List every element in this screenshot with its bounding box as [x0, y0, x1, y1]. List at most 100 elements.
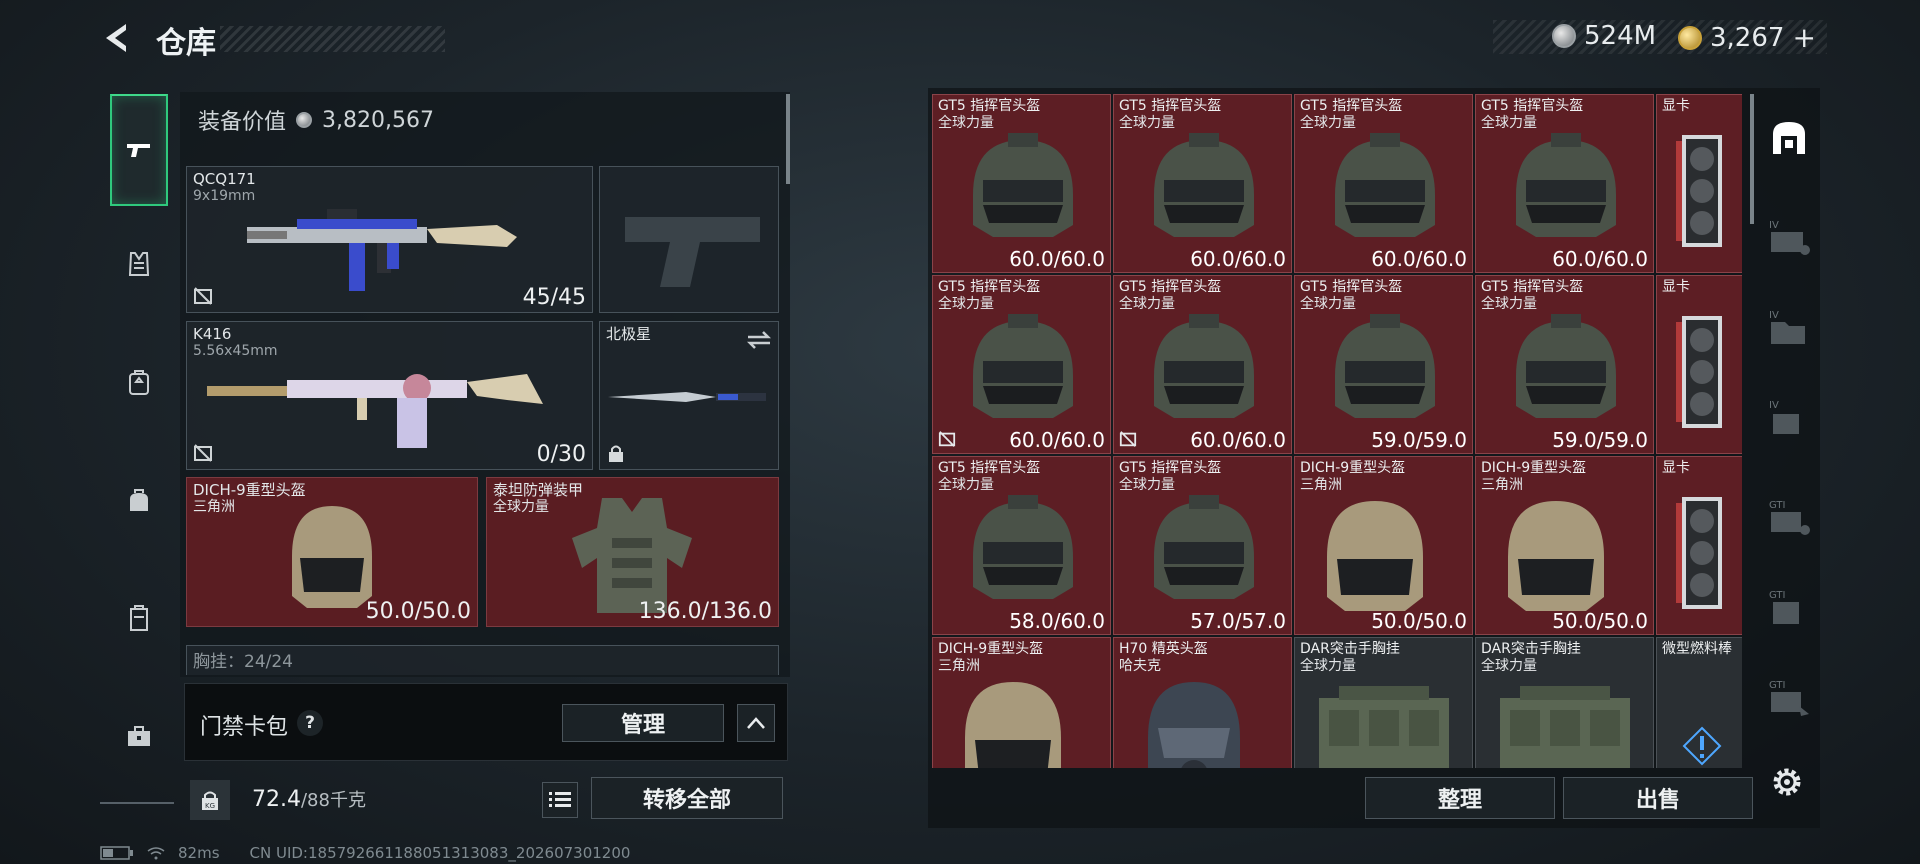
- storage-item-name: GT5 指挥官头盔: [1481, 279, 1584, 295]
- storage-item-name: GT5 指挥官头盔: [1119, 279, 1222, 295]
- bag-icon: [130, 489, 148, 511]
- storage-item[interactable]: 微型燃料棒: [1656, 637, 1742, 768]
- help-icon[interactable]: ?: [297, 710, 323, 736]
- storage-item[interactable]: GT5 指挥官头盔 全球力量 60.0/60.0: [932, 275, 1111, 454]
- nav-toolbox[interactable]: [110, 698, 168, 774]
- melee-name: 北极星: [606, 325, 652, 343]
- secondary-weapon-slot[interactable]: K416 5.56x45mm 0/30: [186, 321, 593, 470]
- storage-item-origin: 全球力量: [1119, 115, 1175, 131]
- storage-tab-4-icon: IV: [1769, 220, 1810, 255]
- manage-button[interactable]: 管理: [562, 704, 724, 742]
- wifi-icon: [147, 847, 165, 860]
- storage-item-origin: 全球力量: [1481, 115, 1537, 131]
- storage-item-origin: 全球力量: [938, 477, 994, 493]
- swap-icon[interactable]: [746, 330, 772, 350]
- storage-item-name: GT5 指挥官头盔: [938, 98, 1041, 114]
- status-bar: 82ms CN UID:185792661188051313083_202607…: [100, 844, 630, 862]
- storage-item[interactable]: DICH-9重型头盔 三角洲: [932, 637, 1111, 768]
- storage-item[interactable]: 显卡: [1656, 94, 1742, 273]
- storage-tabs: IV IV IV GTI GTI GTI: [1760, 94, 1818, 754]
- fuel-rod-icon: [1672, 674, 1732, 768]
- storage-item-durability: 57.0/57.0: [1190, 609, 1286, 633]
- storage-item[interactable]: DICH-9重型头盔 三角洲 50.0/50.0: [1475, 456, 1654, 635]
- nav-weapon[interactable]: [110, 94, 168, 206]
- storage-item-origin: 全球力量: [1300, 658, 1356, 674]
- storage-item-name: 微型燃料棒: [1662, 641, 1732, 657]
- helmet-image-icon: [1315, 125, 1455, 245]
- gold-amount: 3,267: [1710, 22, 1785, 53]
- primary-weapon-slot[interactable]: QCQ171 9x19mm 45/45: [186, 166, 593, 313]
- gear-icon: [1773, 768, 1801, 796]
- sort-button[interactable]: 整理: [1365, 777, 1555, 819]
- gpu-image-icon: [1672, 493, 1732, 613]
- tab-storage-gtc[interactable]: GTI: [1765, 674, 1813, 722]
- tab-storage-4c[interactable]: IV: [1765, 394, 1813, 442]
- tab-storage-main[interactable]: [1765, 114, 1813, 162]
- no-insure-icon: [194, 444, 212, 462]
- tab-storage-4[interactable]: IV: [1765, 214, 1813, 262]
- storage-item[interactable]: GT5 指挥官头盔 全球力量 58.0/60.0: [932, 456, 1111, 635]
- storage-item-durability: 59.0/59.0: [1552, 428, 1648, 452]
- gold-add-icon[interactable]: +: [1792, 21, 1815, 54]
- helmet-slot[interactable]: DICH-9重型头盔 三角洲 50.0/50.0: [186, 477, 478, 627]
- storage-item-origin: 全球力量: [938, 115, 994, 131]
- storage-item[interactable]: DAR突击手胸挂 全球力量: [1294, 637, 1473, 768]
- storage-item-name: 显卡: [1662, 98, 1690, 114]
- storage-item[interactable]: 显卡: [1656, 275, 1742, 454]
- tab-storage-4b[interactable]: IV: [1765, 304, 1813, 352]
- silver-currency: 524M: [1552, 21, 1656, 51]
- storage-scrollbar[interactable]: [1750, 94, 1754, 224]
- storage-item[interactable]: GT5 指挥官头盔 全球力量 60.0/60.0: [932, 94, 1111, 273]
- primary-weapon-ammo: 45/45: [522, 285, 586, 310]
- storage-item-origin: 全球力量: [1300, 115, 1356, 131]
- pistol-slot[interactable]: [599, 166, 779, 313]
- storage-item[interactable]: GT5 指挥官头盔 全球力量 57.0/57.0: [1113, 456, 1292, 635]
- capacity-lock[interactable]: KG: [190, 780, 230, 820]
- nav-vest[interactable]: [110, 226, 168, 302]
- storage-item-name: 显卡: [1662, 279, 1690, 295]
- primary-weapon-name: QCQ171: [193, 170, 256, 188]
- page-title: 仓库: [156, 26, 216, 61]
- chest-rig-slot[interactable]: 胸挂：24/24: [186, 645, 779, 675]
- armor-slot[interactable]: 泰坦防弹装甲 全球力量 136.0/136.0: [486, 477, 779, 627]
- storage-item-name: GT5 指挥官头盔: [1119, 460, 1222, 476]
- chest-rig-label: 胸挂：24/24: [193, 652, 293, 672]
- sell-button[interactable]: 出售: [1563, 777, 1753, 819]
- tab-storage-gt[interactable]: GTI: [1765, 494, 1813, 542]
- storage-item[interactable]: GT5 指挥官头盔 全球力量 59.0/59.0: [1475, 275, 1654, 454]
- capacity-text: 72.4/88千克: [252, 786, 366, 812]
- storage-grid: GT5 指挥官头盔 全球力量 60.0/60.0 GT5 指挥官头盔 全球力量 60.0/…: [932, 94, 1742, 768]
- storage-item-name: GT5 指挥官头盔: [938, 460, 1041, 476]
- storage-item-durability: 60.0/60.0: [1371, 247, 1467, 271]
- storage-item-durability: 60.0/60.0: [1190, 247, 1286, 271]
- melee-slot[interactable]: 北极星: [599, 321, 779, 470]
- smg-image-icon: [247, 209, 517, 291]
- storage-item[interactable]: H70 精英头盔 哈夫克: [1113, 637, 1292, 768]
- nav-case[interactable]: [110, 580, 168, 656]
- settings-button[interactable]: [1769, 764, 1805, 800]
- weight-icon: KG: [202, 791, 218, 810]
- list-view-button[interactable]: [542, 782, 578, 818]
- storage-item-origin: 全球力量: [1300, 296, 1356, 312]
- vest-icon: [128, 252, 150, 276]
- storage-item[interactable]: GT5 指挥官头盔 全球力量 60.0/60.0: [1113, 275, 1292, 454]
- nav-bag[interactable]: [110, 462, 168, 538]
- transfer-all-button[interactable]: 转移全部: [591, 777, 783, 819]
- storage-item[interactable]: GT5 指挥官头盔 全球力量 60.0/60.0: [1113, 94, 1292, 273]
- storage-item[interactable]: DAR突击手胸挂 全球力量: [1475, 637, 1654, 768]
- svg-text:GTI: GTI: [1769, 500, 1785, 511]
- gold-currency[interactable]: 3,267 +: [1678, 21, 1816, 54]
- equipment-scrollbar[interactable]: [786, 94, 790, 184]
- armor-origin: 全球力量: [493, 499, 549, 515]
- nav-backpack[interactable]: [110, 344, 168, 420]
- helmet-image-icon: [1134, 668, 1254, 768]
- storage-item[interactable]: GT5 指挥官头盔 全球力量 60.0/60.0: [1475, 94, 1654, 273]
- storage-item[interactable]: GT5 指挥官头盔 全球力量 60.0/60.0: [1294, 94, 1473, 273]
- storage-item[interactable]: 显卡: [1656, 456, 1742, 635]
- collapse-button[interactable]: [737, 704, 775, 742]
- storage-item-name: DAR突击手胸挂: [1481, 641, 1581, 657]
- back-button[interactable]: [100, 20, 136, 56]
- tab-storage-gtb[interactable]: GTI: [1765, 584, 1813, 632]
- storage-item[interactable]: GT5 指挥官头盔 全球力量 59.0/59.0: [1294, 275, 1473, 454]
- storage-item[interactable]: DICH-9重型头盔 三角洲 50.0/50.0: [1294, 456, 1473, 635]
